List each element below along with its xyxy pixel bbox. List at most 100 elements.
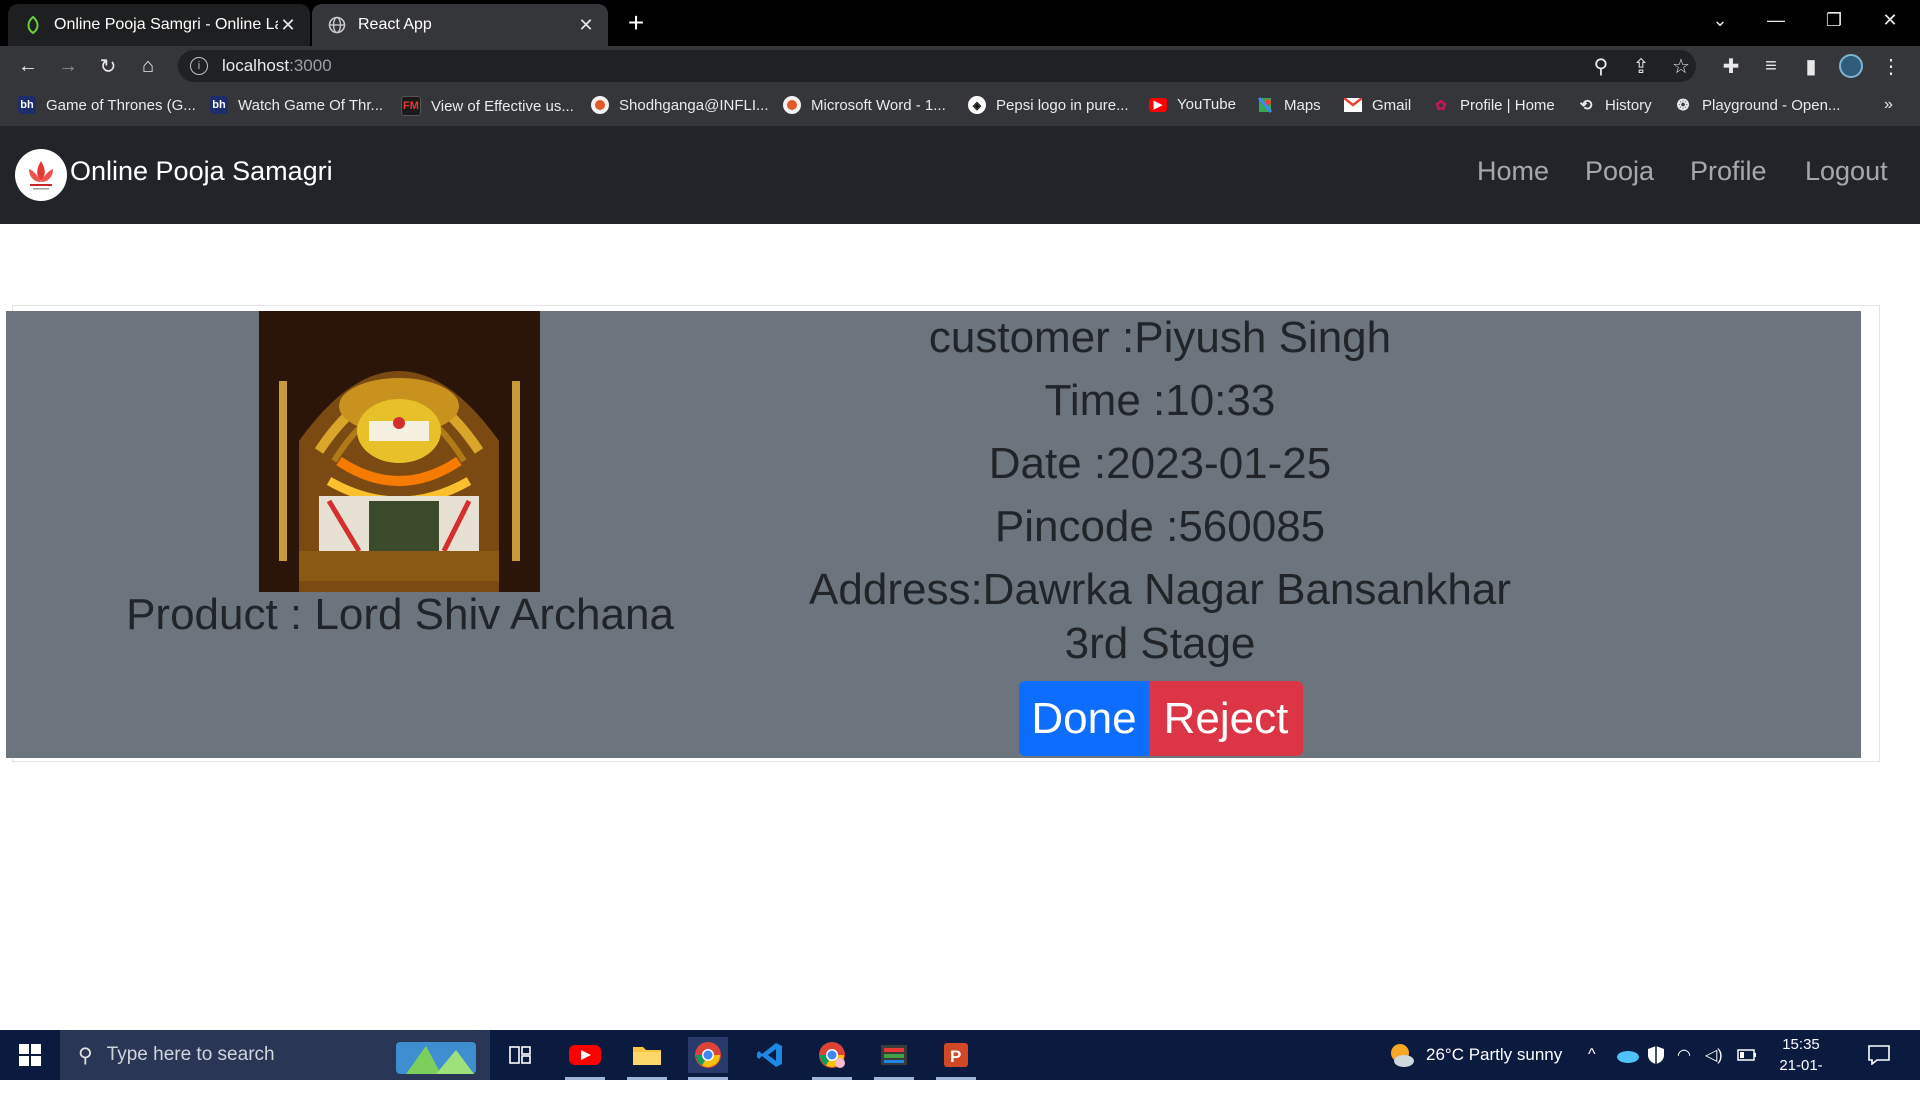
codepen-icon: ◈: [968, 96, 986, 114]
browser-tab-pooja-samgri[interactable]: Online Pooja Samgri - Online La ✕: [8, 4, 310, 46]
bookmark-label: Profile | Home: [1460, 96, 1555, 114]
zoom-icon[interactable]: ⚲: [1587, 52, 1615, 80]
order-address-line2: 3rd Stage: [1064, 619, 1256, 668]
extensions-icon[interactable]: ✚: [1717, 52, 1745, 80]
close-tab-icon[interactable]: ✕: [278, 15, 298, 36]
home-icon[interactable]: ⌂: [134, 52, 162, 80]
restore-icon[interactable]: ❐: [1806, 0, 1862, 40]
profile-icon: ✿: [1435, 96, 1447, 113]
nav-link-logout[interactable]: Logout: [1805, 156, 1888, 187]
bookmark-item[interactable]: bh Watch Game Of Thr...: [210, 96, 383, 114]
security-shield-icon[interactable]: [1647, 1030, 1665, 1080]
close-tab-icon[interactable]: ✕: [576, 15, 596, 36]
vscode-icon[interactable]: [750, 1037, 790, 1073]
tab-title: Online Pooja Samgri - Online La: [54, 16, 278, 33]
share-icon[interactable]: ⇪: [1627, 52, 1655, 80]
file-explorer-icon[interactable]: [627, 1037, 667, 1080]
bookmark-item[interactable]: Microsoft Word - 1...: [783, 96, 946, 114]
nav-link-profile[interactable]: Profile: [1690, 156, 1767, 187]
windows-taskbar: ⚲ Type here to search P 26°C Partly sunn…: [0, 1030, 1920, 1095]
forward-icon[interactable]: →: [54, 52, 82, 80]
bookmark-item[interactable]: FM View of Effective us...: [401, 96, 574, 116]
bookmark-label: Shodhganga@INFLI...: [619, 96, 769, 114]
bookmark-label: History: [1605, 96, 1652, 114]
bookmark-item[interactable]: ◈ Pepsi logo in pure...: [968, 96, 1129, 114]
browser-tab-bar: Online Pooja Samgri - Online La ✕ React …: [0, 0, 1920, 46]
globe-icon: [328, 16, 346, 34]
reject-button[interactable]: Reject: [1149, 681, 1303, 756]
search-icon: ⚲: [78, 1044, 93, 1067]
gmail-icon: [1344, 96, 1362, 114]
bookmark-label: Microsoft Word - 1...: [811, 96, 946, 114]
tab-title: React App: [358, 16, 432, 33]
bookmark-item[interactable]: bh Game of Thrones (G...: [18, 96, 196, 114]
more-bookmarks-icon[interactable]: »: [1884, 96, 1893, 114]
bookmark-item[interactable]: Shodhganga@INFLI...: [591, 96, 769, 114]
clock-date: 21-01-2023: [1779, 1057, 1823, 1095]
battery-icon[interactable]: [1737, 1030, 1757, 1080]
profile-avatar-icon[interactable]: [1837, 52, 1865, 80]
bookmark-item[interactable]: ⟲ History: [1577, 96, 1652, 115]
brand-logo[interactable]: [15, 149, 67, 201]
minimize-icon[interactable]: —: [1748, 0, 1804, 40]
media-control-icon[interactable]: ≡: [1757, 52, 1785, 80]
tab-search-icon[interactable]: ⌄: [1692, 0, 1748, 40]
youtube-icon: ▶: [1149, 97, 1167, 112]
search-highlight-icon: [396, 1036, 476, 1080]
order-pincode: Pincode :560085: [994, 502, 1326, 551]
nav-link-pooja[interactable]: Pooja: [1585, 156, 1654, 187]
url-port: :3000: [289, 56, 332, 75]
chrome-profile-icon[interactable]: [812, 1037, 852, 1080]
powerpoint-icon[interactable]: P: [936, 1037, 976, 1080]
chrome-icon[interactable]: [688, 1037, 728, 1080]
notification-center-icon[interactable]: [1868, 1030, 1890, 1080]
bookmark-item[interactable]: ▶ YouTube: [1149, 96, 1236, 113]
url-host: localhost: [222, 56, 290, 75]
media-app-icon[interactable]: [874, 1037, 914, 1080]
new-tab-icon[interactable]: +: [624, 7, 648, 39]
wifi-icon[interactable]: ◠: [1677, 1030, 1691, 1080]
back-icon[interactable]: ←: [14, 52, 42, 80]
onedrive-icon[interactable]: [1616, 1030, 1640, 1080]
taskbar-search-placeholder: Type here to search: [106, 1044, 275, 1065]
bookmark-item[interactable]: Maps: [1256, 96, 1321, 114]
openai-icon: ❂: [1676, 97, 1690, 114]
system-clock[interactable]: 15:35 21-01-2023: [1766, 1034, 1836, 1097]
task-view-icon[interactable]: [500, 1037, 540, 1073]
bookmark-label: Gmail: [1372, 96, 1412, 114]
menu-dots-icon[interactable]: ⋮: [1877, 52, 1905, 80]
show-hidden-icons[interactable]: ^: [1588, 1030, 1596, 1080]
brand-title[interactable]: Online Pooja Samagri: [70, 156, 333, 187]
leaf-icon: [24, 16, 42, 34]
weather-widget[interactable]: 26°C Partly sunny: [1386, 1030, 1562, 1080]
bookmark-star-icon[interactable]: ☆: [1667, 52, 1695, 80]
address-bar[interactable]: i localhost:3000: [178, 50, 1696, 82]
windows-start-icon[interactable]: [0, 1030, 60, 1080]
inflibnet-icon: [591, 96, 609, 114]
order-date: Date :2023-01-25: [988, 439, 1332, 488]
product-image: [259, 311, 540, 592]
site-info-icon[interactable]: i: [190, 57, 208, 75]
done-button[interactable]: Done: [1019, 681, 1149, 756]
bookmark-label: YouTube: [1177, 96, 1236, 113]
close-window-icon[interactable]: ✕: [1862, 0, 1918, 40]
nav-link-home[interactable]: Home: [1477, 156, 1549, 187]
customer-name: customer :Piyush Singh: [928, 313, 1392, 362]
order-time: Time :10:33: [1044, 376, 1276, 425]
bookmark-label: Maps: [1284, 96, 1321, 114]
taskbar-search-box[interactable]: ⚲ Type here to search: [60, 1030, 490, 1080]
side-panel-icon[interactable]: ▮: [1797, 52, 1825, 80]
bookmark-item[interactable]: ✿ Profile | Home: [1432, 96, 1555, 114]
browser-tab-react-app[interactable]: React App ✕: [312, 4, 608, 46]
weather-text: 26°C Partly sunny: [1426, 1045, 1563, 1064]
reload-icon[interactable]: ↻: [94, 52, 122, 80]
youtube-app-icon[interactable]: [565, 1037, 605, 1080]
bh-icon: bh: [18, 96, 36, 114]
bookmark-item[interactable]: ❂ Playground - Open...: [1674, 96, 1841, 115]
browser-toolbar: ← → ↻ ⌂ i localhost:3000 ⚲ ⇪ ☆ ✚ ≡ ▮ ⋮: [0, 46, 1920, 86]
product-title: Product : Lord Shiv Archana: [126, 590, 674, 639]
bookmark-label: Playground - Open...: [1702, 96, 1841, 114]
bookmark-item[interactable]: Gmail: [1344, 96, 1411, 114]
bh-icon: bh: [210, 96, 228, 114]
volume-icon[interactable]: ◁): [1705, 1030, 1723, 1080]
